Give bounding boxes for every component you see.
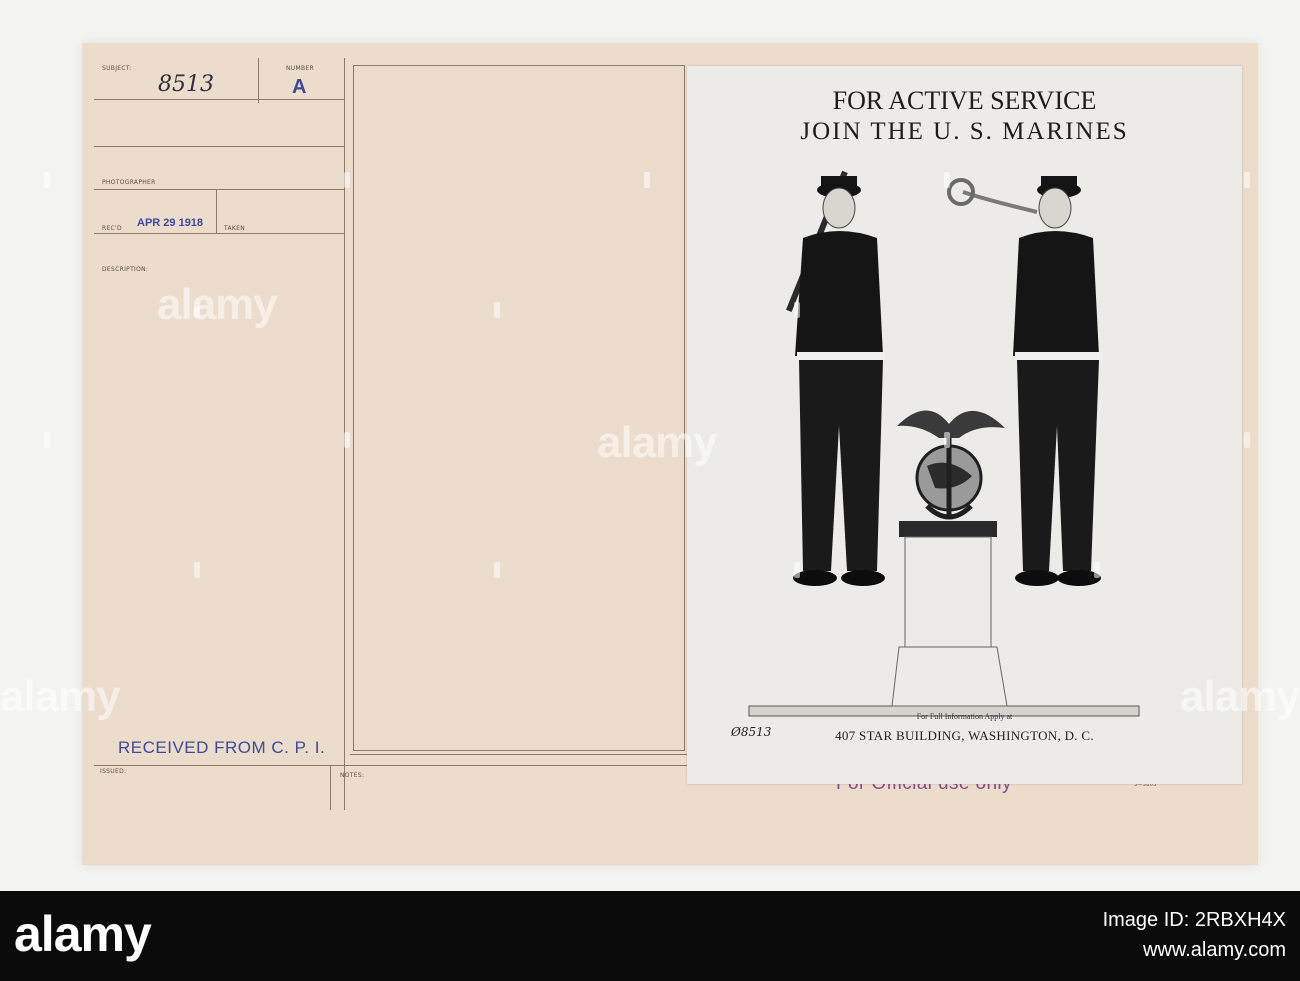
watermark-text-right-bottom: alamy (1180, 672, 1300, 721)
poster-title-line2: JOIN THE U. S. MARINES (800, 118, 1129, 145)
recruiting-poster: FOR ACTIVE SERVICE JOIN THE U. S. MARINE… (687, 66, 1242, 784)
watermark-dot (944, 432, 950, 448)
recd-label: REC'D (102, 225, 122, 232)
watermark-text-left-bottom: alamy (0, 672, 121, 721)
form-divider-issued (330, 765, 331, 810)
watermark-dot (1244, 172, 1250, 188)
number-label: NUMBER (286, 65, 314, 72)
form-line-subject (94, 99, 344, 100)
watermark-dot (1094, 562, 1100, 578)
number-value: A (292, 76, 307, 98)
watermark-dot (644, 172, 650, 188)
taken-label: TAKEN (224, 225, 246, 232)
alamy-logo: alamy (14, 906, 152, 962)
watermark-dot (44, 172, 50, 188)
subject-number: 8513 (158, 72, 214, 97)
recd-date-stamp: APR 29 1918 (137, 217, 204, 229)
notes-label: NOTES: (340, 772, 365, 779)
watermark-text-center: alamy (597, 418, 718, 467)
watermark-dot (194, 302, 200, 318)
watermark-dot (194, 562, 200, 578)
watermark-dot (944, 172, 950, 188)
poster-title-line1: FOR ACTIVE SERVICE (832, 86, 1097, 115)
subject-label: SUBJECT: (102, 65, 132, 72)
form-divider-number (258, 58, 259, 103)
description-label: DESCRIPTION: (102, 266, 149, 273)
watermark-dot (494, 562, 500, 578)
alamy-footer-bar: alamy Image ID: 2RBXH4X www.alamy.com (0, 891, 1300, 981)
eagle-globe-anchor-emblem (897, 410, 1005, 520)
watermark-dot (344, 432, 350, 448)
image-id-caption: Image ID: 2RBXH4X (1102, 909, 1286, 931)
watermark-dot (344, 172, 350, 188)
marines-illustration (748, 170, 1140, 717)
form-divider-taken (216, 189, 217, 234)
watermark-dot (794, 562, 800, 578)
poster-info-line: For Full Information Apply at (916, 712, 1013, 721)
form-line-2 (94, 146, 344, 147)
watermark-text-left-top: alamy (157, 280, 278, 329)
alamy-site: www.alamy.com (1143, 939, 1286, 961)
pedestal (891, 521, 1008, 707)
received-from-stamp: RECEIVED FROM C. P. I. (118, 738, 326, 757)
watermark-dot (44, 432, 50, 448)
poster-address: 407 STAR BUILDING, WASHINGTON, D. C. (835, 728, 1094, 743)
watermark-dot (794, 302, 800, 318)
form-line-photographer (94, 189, 344, 190)
watermark-dot (494, 302, 500, 318)
marine-with-rifle (785, 170, 885, 586)
watermark-dot (1244, 432, 1250, 448)
inner-photo-box (353, 65, 685, 751)
issued-label: ISSUED: (100, 768, 127, 775)
form-line-recd (94, 233, 344, 234)
photographer-label: PHOTOGRAPHER (102, 179, 156, 186)
